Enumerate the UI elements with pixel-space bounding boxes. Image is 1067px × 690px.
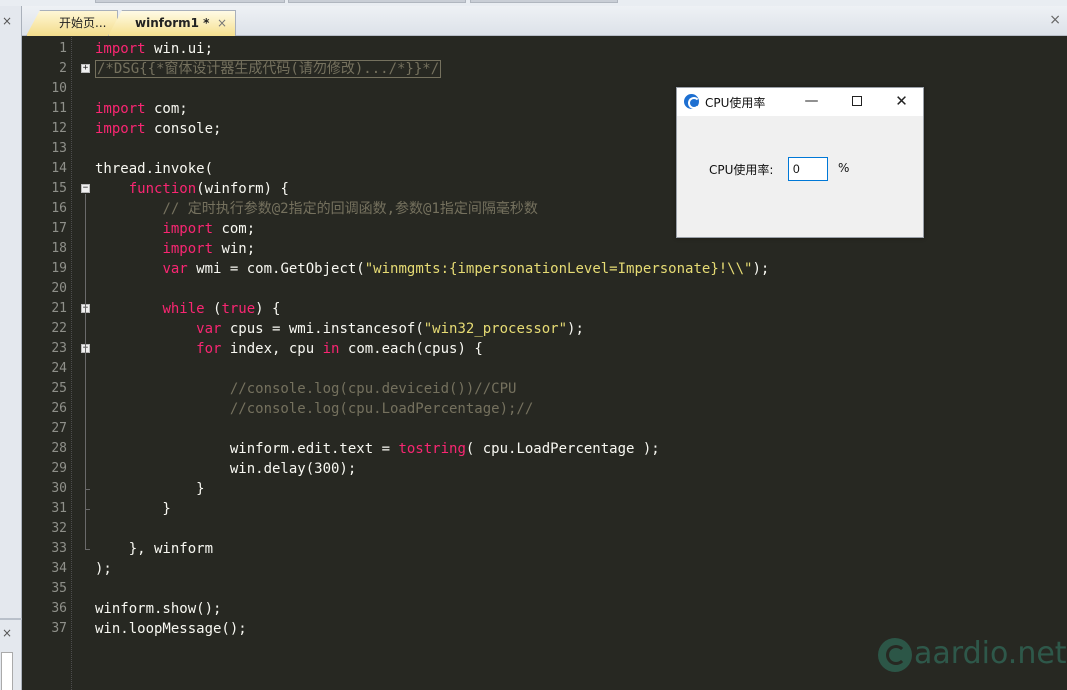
percent-label: % [838,161,850,175]
code-line[interactable]: }, winform [95,539,213,559]
minimize-icon: — [804,93,819,109]
code-line[interactable]: } [95,479,204,499]
app-icon [684,94,700,109]
line-number: 2 [59,61,67,76]
fold-margin: +−−− [78,37,92,690]
line-number: 14 [51,161,67,176]
code-line[interactable]: ); [95,559,112,579]
code-line[interactable]: function(winform) { [95,179,289,199]
line-number-gutter: 1 2 10 11 12 13 14 15 16 17 18 19 20 21 22 23 24 25 26 27 28… [22,37,72,690]
code-line[interactable]: import com; [95,99,188,119]
fold-end-tick [85,489,90,490]
line-number: 13 [51,141,67,156]
top-strip-segment [288,0,466,3]
line-number: 37 [51,621,67,636]
line-number: 11 [51,101,67,116]
minimize-button[interactable]: — [789,88,834,116]
code-line[interactable]: var wmi = com.GetObject("winmgmts:{imper… [95,259,769,279]
line-number: 18 [51,241,67,256]
top-strip-segment [95,0,285,3]
line-number: 35 [51,581,67,596]
line-number: 10 [51,81,67,96]
line-number: 15 [51,181,67,196]
line-number: 36 [51,601,67,616]
code-line[interactable]: //console.log(cpu.LoadPercentage);// [95,399,533,419]
cpu-usage-window: CPU使用率 — ✕ CPU使用率: % [676,87,924,238]
aardio-logo-icon [878,638,912,672]
line-number: 20 [51,281,67,296]
line-number: 30 [51,481,67,496]
close-icon: ✕ [895,92,908,110]
fold-toggle-icon[interactable]: + [81,64,90,73]
line-number: 29 [51,461,67,476]
tab-start-page[interactable]: 开始页... [26,10,118,36]
code-line[interactable]: win.delay(300); [95,459,356,479]
code-line[interactable]: while (true) { [95,299,280,319]
line-number: 12 [51,121,67,136]
line-number: 22 [51,321,67,336]
code-line[interactable]: // 定时执行参数@2指定的回调函数,参数@1指定间隔毫秒数 [95,199,537,219]
tab-close-icon[interactable]: × [217,11,227,35]
code-line[interactable]: winform.edit.text = tostring( cpu.LoadPe… [95,439,660,459]
left-panel-scrollbar[interactable] [1,652,13,690]
left-panel-close-icon[interactable]: × [2,14,12,28]
line-number: 19 [51,261,67,276]
maximize-icon [851,96,862,106]
cpu-usage-input[interactable] [788,157,828,181]
code-line[interactable]: import win; [95,239,255,259]
line-number: 34 [51,561,67,576]
watermark-text: aardio.net [914,636,1067,671]
tab-label: winform1 * [135,16,210,30]
tab-winform1[interactable]: winform1 * × [108,10,236,36]
left-panel: × × [0,6,22,690]
code-line[interactable]: for index, cpu in com.each(cpus) { [95,339,483,359]
code-line[interactable]: var cpus = wmi.instancesof("win32_proces… [95,319,584,339]
line-number: 16 [51,201,67,216]
line-number: 27 [51,421,67,436]
window-titlebar[interactable]: CPU使用率 — ✕ [677,88,923,116]
cpu-usage-label: CPU使用率: [709,163,774,177]
code-line[interactable]: import console; [95,119,221,139]
code-line[interactable]: win.loopMessage(); [95,619,247,639]
top-strip-segment [470,0,618,3]
fold-end-tick [85,549,90,550]
fold-guide [85,194,86,549]
fold-end-tick [85,509,90,510]
code-line[interactable]: /*DSG{{*窗体设计器生成代码(请勿修改).../*}}*/ [95,59,442,79]
maximize-button[interactable] [834,88,879,116]
line-number: 28 [51,441,67,456]
window-title: CPU使用率 [705,96,766,110]
line-number: 17 [51,221,67,236]
line-number: 32 [51,521,67,536]
tab-label: 开始页... [59,16,107,30]
line-number: 21 [51,301,67,316]
code-line[interactable]: thread.invoke( [95,159,213,179]
code-line[interactable]: } [95,499,170,519]
fold-toggle-icon[interactable]: − [81,184,90,193]
code-line[interactable]: import win.ui; [95,39,213,59]
line-number: 23 [51,341,67,356]
close-button[interactable]: ✕ [879,88,924,116]
line-number: 31 [51,501,67,516]
code-line[interactable]: //console.log(cpu.deviceid())//CPU [95,379,517,399]
line-number: 1 [59,41,67,56]
left-panel-bottom-close-icon[interactable]: × [2,626,12,640]
line-number: 33 [51,541,67,556]
line-number: 26 [51,401,67,416]
line-number: 24 [51,361,67,376]
line-number: 25 [51,381,67,396]
code-line[interactable]: winform.show(); [95,599,221,619]
left-panel-divider [0,618,22,620]
tab-bar: 开始页... winform1 * × × [22,6,1067,36]
code-line[interactable]: import com; [95,219,255,239]
close-document-icon[interactable]: × [1049,12,1061,28]
